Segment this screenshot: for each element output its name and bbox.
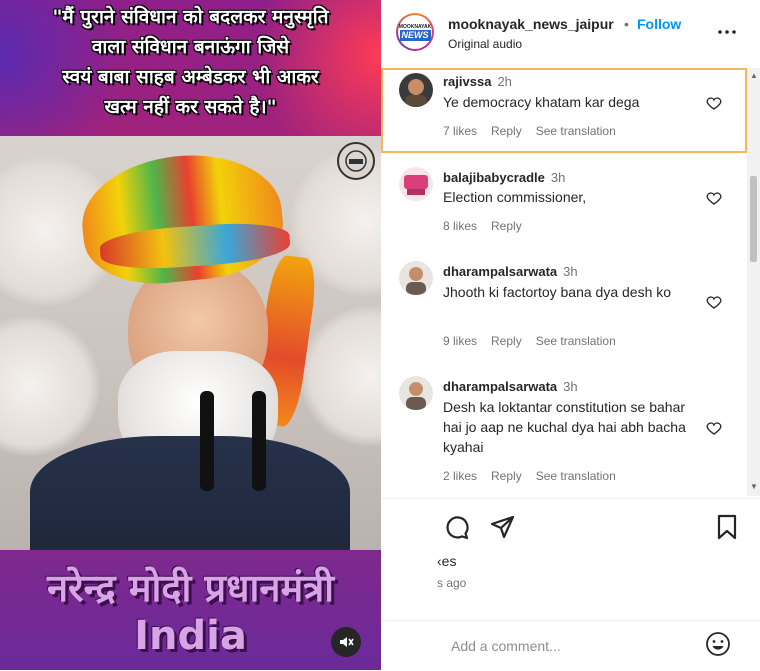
comment-item: dharampalsarwata 3h Jhooth ki factortoy b…: [381, 258, 747, 363]
see-translation-button[interactable]: See translation: [536, 469, 616, 483]
add-comment-bar: [381, 620, 760, 671]
comment-username-text[interactable]: rajivssa: [443, 74, 491, 89]
avatar[interactable]: [399, 73, 433, 107]
audio-label[interactable]: Original audio: [448, 37, 522, 51]
avatar[interactable]: [399, 167, 433, 201]
see-translation-button[interactable]: See translation: [536, 334, 616, 348]
reply-button[interactable]: Reply: [491, 219, 522, 233]
comment-meta: 8 likes Reply: [443, 219, 536, 233]
comment-time: 3h: [550, 170, 566, 185]
post-header: MOOKNAYAK NEWS mooknayak_news_jaipur • F…: [381, 0, 760, 69]
follow-button[interactable]: Follow: [637, 16, 681, 32]
comment-username-text[interactable]: balajibabycradle: [443, 170, 545, 185]
reply-button[interactable]: Reply: [491, 334, 522, 348]
comment-username-text[interactable]: dharampalsarwata: [443, 264, 557, 279]
avatar[interactable]: MOOKNAYAK NEWS: [396, 13, 434, 51]
media-quote-line: "मैं पुराने संविधान को बदलकर मनुस्मृति: [52, 6, 329, 28]
mute-button[interactable]: [331, 627, 361, 657]
add-comment-input[interactable]: [449, 633, 703, 659]
bookmark-icon[interactable]: [713, 513, 741, 541]
share-icon[interactable]: [489, 513, 517, 541]
heart-icon[interactable]: [705, 293, 723, 311]
comment-likes[interactable]: 9 likes: [443, 334, 477, 348]
comment-text: Jhooth ki factortoy bana dya desh ko: [443, 284, 672, 300]
heart-icon[interactable]: [705, 94, 723, 112]
post-time: s ago: [437, 576, 467, 590]
heart-icon[interactable]: [705, 189, 723, 207]
microphone: [252, 391, 266, 491]
reply-button[interactable]: Reply: [491, 469, 522, 483]
post-media[interactable]: "मैं पुराने संविधान को बदलकर मनुस्मृति व…: [0, 0, 381, 670]
media-quote-line: खत्म नहीं कर सकते है।": [104, 96, 277, 118]
media-quote: "मैं पुराने संविधान को बदलकर मनुस्मृति व…: [0, 0, 381, 134]
emoji-icon[interactable]: [705, 631, 731, 657]
see-translation-button[interactable]: See translation: [536, 124, 616, 138]
more-options-icon: [718, 30, 736, 34]
comments-scrollbar[interactable]: ▲ ▼: [747, 68, 760, 496]
lotus-emblem: [300, 306, 381, 446]
separator-dot: •: [624, 16, 629, 32]
turban: [76, 145, 288, 292]
mooknayak-logo-icon: MOOKNAYAK NEWS: [399, 17, 431, 47]
heart-icon[interactable]: [705, 419, 723, 437]
media-caption-line2: India: [134, 613, 247, 659]
scroll-down-icon[interactable]: ▼: [750, 482, 758, 491]
avatar-inner: MOOKNAYAK NEWS: [398, 15, 432, 49]
lotus-emblem: [0, 316, 100, 456]
media-caption-line1: नरेन्द्र मोदी प्रधानमंत्री: [46, 566, 335, 610]
media-quote-line: स्वयं बाबा साहब अम्बेडकर भी आकर: [62, 66, 319, 88]
comment-item: dharampalsarwata 3h Desh ka loktantar con…: [381, 373, 747, 496]
comment-text: Ye democracy khatam kar dega: [443, 94, 640, 110]
comment-likes[interactable]: 7 likes: [443, 124, 477, 138]
comment-username[interactable]: rajivssa 2h: [443, 74, 512, 89]
comment-username[interactable]: dharampalsarwata 3h: [443, 264, 578, 279]
comment-meta: 2 likes Reply See translation: [443, 469, 630, 483]
comment-meta: 9 likes Reply See translation: [443, 334, 630, 348]
post-username[interactable]: mooknayak_news_jaipur: [448, 16, 614, 32]
comment-time: 3h: [563, 264, 578, 279]
channel-watermark-icon: [337, 142, 375, 180]
avatar[interactable]: [399, 261, 433, 295]
comment-meta: 7 likes Reply See translation: [443, 124, 630, 138]
microphone: [200, 391, 214, 491]
comment-likes[interactable]: 2 likes: [443, 469, 477, 483]
media-caption: नरेन्द्र मोदी प्रधानमंत्री India: [0, 565, 381, 661]
scroll-up-icon[interactable]: ▲: [750, 71, 758, 80]
media-photo: [0, 136, 381, 550]
comment-username-text[interactable]: dharampalsarwata: [443, 379, 557, 394]
comment-likes[interactable]: 8 likes: [443, 219, 477, 233]
comment-icon[interactable]: [443, 513, 471, 541]
comment-username[interactable]: dharampalsarwata 3h: [443, 379, 578, 394]
scrollbar-thumb[interactable]: [750, 176, 757, 262]
comment-time: 2h: [497, 74, 512, 89]
reply-button[interactable]: Reply: [491, 124, 522, 138]
speaker-vest: [30, 436, 350, 550]
avatar[interactable]: [399, 376, 433, 410]
comment-item: balajibabycradle 3h Election commissioner…: [381, 164, 747, 244]
speaker-muted-icon: [340, 637, 354, 647]
likes-count[interactable]: ‹es: [437, 553, 456, 569]
comment-username[interactable]: balajibabycradle 3h: [443, 170, 565, 185]
comment-time: 3h: [563, 379, 578, 394]
comments-list[interactable]: rajivssa 2h Ye democracy khatam kar dega …: [381, 68, 747, 496]
logo-bottom-text: NEWS: [399, 29, 431, 41]
media-quote-line: वाला संविधान बनाऊंगा जिसे: [91, 36, 290, 58]
post-actions: [381, 498, 760, 559]
comment-item: rajivssa 2h Ye democracy khatam kar dega …: [381, 68, 747, 153]
post-panel: MOOKNAYAK NEWS mooknayak_news_jaipur • F…: [381, 0, 760, 670]
more-options-button[interactable]: [715, 20, 739, 44]
comment-text: Desh ka loktantar constitution se bahar …: [443, 399, 686, 455]
comment-text: Election commissioner,: [443, 189, 587, 205]
